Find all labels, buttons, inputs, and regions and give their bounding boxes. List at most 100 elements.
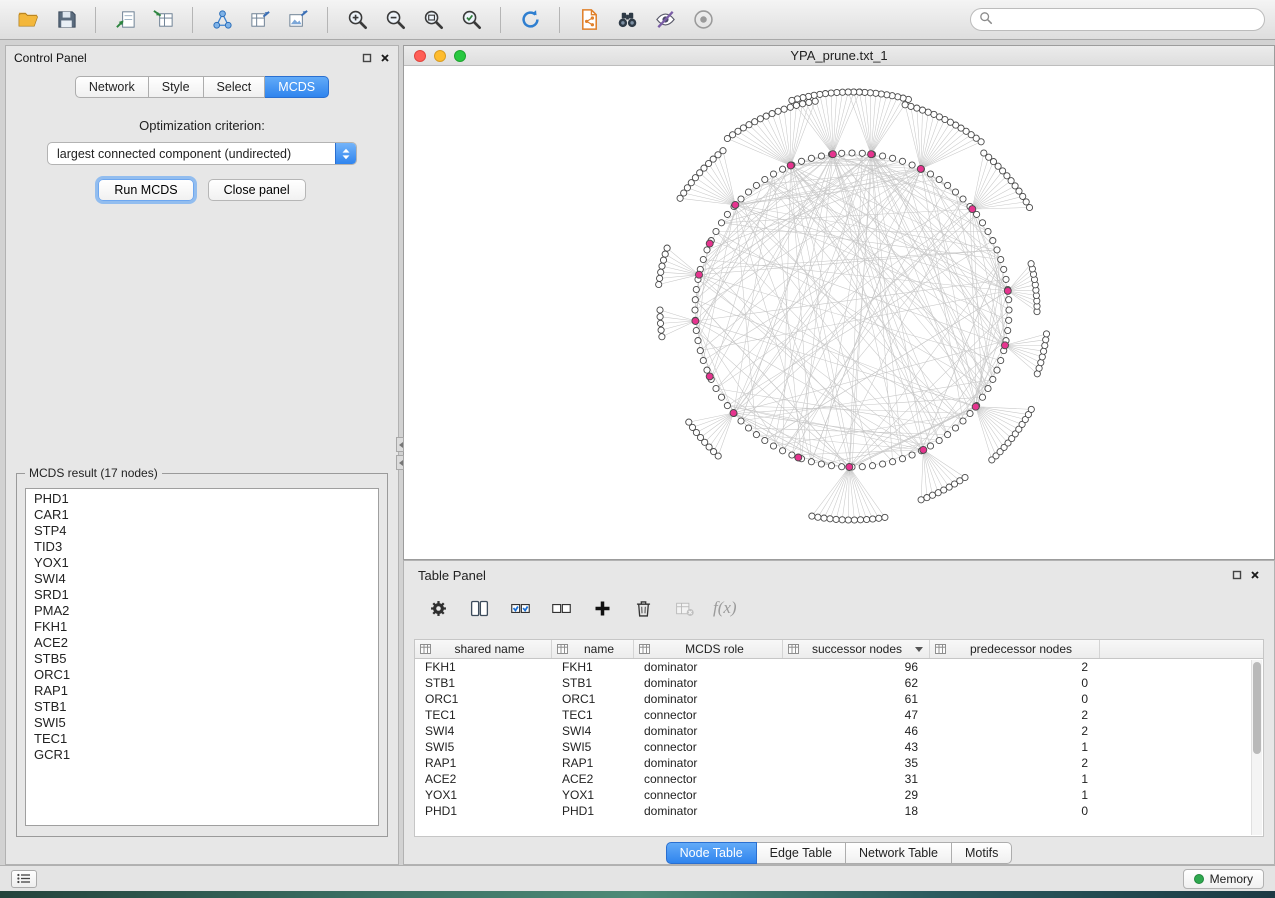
result-item[interactable]: STB5	[26, 651, 378, 667]
toolbar-button-import-file[interactable]	[107, 4, 143, 36]
tab-style[interactable]: Style	[149, 76, 204, 98]
toolbar-button-table-export[interactable]	[242, 4, 278, 36]
result-item[interactable]: GCR1	[26, 747, 378, 763]
main-toolbar	[0, 0, 1275, 40]
toolbar-button-eye-hide[interactable]	[647, 4, 683, 36]
column-menu-chevron-icon[interactable]	[915, 647, 923, 656]
table-toolbar-button-gear[interactable]	[426, 596, 450, 620]
table-row[interactable]: FKH1FKH1dominator962	[415, 659, 1263, 675]
result-item[interactable]: SRD1	[26, 587, 378, 603]
column-header-shared-name[interactable]: shared name	[415, 640, 552, 658]
status-list-button[interactable]	[11, 870, 37, 888]
cell-mcds-role: dominator	[634, 692, 783, 706]
tab-select[interactable]: Select	[204, 76, 266, 98]
column-header-successor-nodes[interactable]: successor nodes	[783, 640, 930, 658]
toolbar-button-binoculars[interactable]	[609, 4, 645, 36]
network-canvas[interactable]	[404, 66, 1274, 559]
table-row[interactable]: TEC1TEC1connector472	[415, 707, 1263, 723]
close-window-button[interactable]	[414, 50, 426, 62]
result-item[interactable]: PHD1	[26, 491, 378, 507]
result-item[interactable]: RAP1	[26, 683, 378, 699]
table-row[interactable]: SWI5SWI5connector431	[415, 739, 1263, 755]
result-item[interactable]: YOX1	[26, 555, 378, 571]
toolbar-button-import-table[interactable]	[145, 4, 181, 36]
memory-button[interactable]: Memory	[1183, 869, 1264, 889]
tab-node-table[interactable]: Node Table	[666, 842, 757, 864]
toolbar-button-network-share[interactable]	[204, 4, 240, 36]
table-row[interactable]: STB1STB1dominator620	[415, 675, 1263, 691]
gear-icon	[428, 598, 449, 619]
table-panel-tabs: Node TableEdge TableNetwork TableMotifs	[666, 842, 1013, 864]
table-toolbar-button-select-unchecked[interactable]	[549, 596, 573, 620]
toolbar-button-open-folder[interactable]	[10, 4, 46, 36]
close-panel-button[interactable]: Close panel	[208, 179, 306, 201]
close-panel-icon[interactable]	[380, 53, 390, 63]
toolbar-button-eye[interactable]	[685, 4, 721, 36]
search-box[interactable]	[970, 8, 1265, 31]
result-item[interactable]: ACE2	[26, 635, 378, 651]
toolbar-button-zoom-fit[interactable]	[415, 4, 451, 36]
table-row[interactable]: PHD1PHD1dominator180	[415, 803, 1263, 819]
result-item[interactable]: CAR1	[26, 507, 378, 523]
mcds-result-list[interactable]: PHD1CAR1STP4TID3YOX1SWI4SRD1PMA2FKH1ACE2…	[25, 488, 379, 826]
close-table-panel-icon[interactable]	[1250, 570, 1260, 580]
float-table-panel-icon[interactable]	[1232, 570, 1242, 580]
table-scrollbar[interactable]	[1251, 660, 1262, 835]
network-window-titlebar[interactable]: YPA_prune.txt_1	[404, 46, 1274, 66]
table-toolbar-button-split-columns[interactable]	[467, 596, 491, 620]
toolbar-button-image-export[interactable]	[280, 4, 316, 36]
toolbar-button-zoom-out[interactable]	[377, 4, 413, 36]
splitter-expand-button[interactable]	[396, 455, 404, 470]
optimization-dropdown[interactable]: largest connected component (undirected)	[47, 142, 357, 165]
cell-mcds-role: dominator	[634, 724, 783, 738]
result-item[interactable]: TID3	[26, 539, 378, 555]
table-toolbar-button-add-row[interactable]	[590, 596, 614, 620]
search-input[interactable]	[998, 13, 1256, 27]
minimize-window-button[interactable]	[434, 50, 446, 62]
function-builder-button[interactable]: f(x)	[713, 598, 737, 618]
cell-mcds-role: connector	[634, 708, 783, 722]
toolbar-button-save[interactable]	[48, 4, 84, 36]
result-item[interactable]: ORC1	[26, 667, 378, 683]
network-share-icon	[211, 8, 234, 31]
toolbar-button-document-share[interactable]	[571, 4, 607, 36]
table-row[interactable]: YOX1YOX1connector291	[415, 787, 1263, 803]
toolbar-button-refresh[interactable]	[512, 4, 548, 36]
result-item[interactable]: SWI5	[26, 715, 378, 731]
table-row[interactable]: SWI4SWI4dominator462	[415, 723, 1263, 739]
column-type-icon	[557, 644, 568, 654]
result-item[interactable]: PMA2	[26, 603, 378, 619]
splitter-collapse-button[interactable]	[396, 437, 404, 452]
result-item[interactable]: STB1	[26, 699, 378, 715]
table-row[interactable]: ACE2ACE2connector311	[415, 771, 1263, 787]
image-export-icon	[287, 8, 310, 31]
result-item[interactable]: FKH1	[26, 619, 378, 635]
control-panel: Control Panel NetworkStyleSelectMCDS Opt…	[5, 45, 399, 865]
column-header-mcds-role[interactable]: MCDS role	[634, 640, 783, 658]
zoom-window-button[interactable]	[454, 50, 466, 62]
column-header-name[interactable]: name	[552, 640, 634, 658]
tab-edge-table[interactable]: Edge Table	[757, 842, 846, 864]
table-row[interactable]: ORC1ORC1dominator610	[415, 691, 1263, 707]
result-item[interactable]: TEC1	[26, 731, 378, 747]
cell-name: FKH1	[552, 660, 634, 674]
result-item[interactable]: SWI4	[26, 571, 378, 587]
tab-mcds[interactable]: MCDS	[265, 76, 329, 98]
toolbar-button-zoom-in[interactable]	[339, 4, 375, 36]
column-header-predecessor-nodes[interactable]: predecessor nodes	[930, 640, 1100, 658]
table-toolbar-button-table-disabled[interactable]	[672, 596, 696, 620]
cell-shared-name: ACE2	[415, 772, 552, 786]
table-toolbar-button-delete-row[interactable]	[631, 596, 655, 620]
tab-network[interactable]: Network	[75, 76, 149, 98]
float-panel-icon[interactable]	[362, 53, 372, 63]
tab-network-table[interactable]: Network Table	[846, 842, 952, 864]
table-row[interactable]: RAP1RAP1dominator352	[415, 755, 1263, 771]
table-scrollbar-thumb[interactable]	[1253, 662, 1261, 754]
application-window: Control Panel NetworkStyleSelectMCDS Opt…	[0, 0, 1275, 898]
run-mcds-button[interactable]: Run MCDS	[98, 179, 193, 201]
toolbar-button-zoom-selected[interactable]	[453, 4, 489, 36]
table-toolbar-button-select-checked[interactable]	[508, 596, 532, 620]
result-item[interactable]: STP4	[26, 523, 378, 539]
column-label: successor nodes	[799, 642, 915, 656]
tab-motifs[interactable]: Motifs	[952, 842, 1012, 864]
